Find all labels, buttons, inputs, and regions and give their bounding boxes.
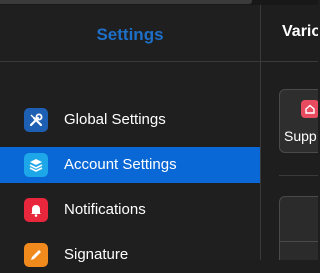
sidebar-header: Settings (0, 5, 260, 62)
section-divider (279, 175, 318, 176)
sidebar-item-notifications[interactable]: Notifications (0, 192, 260, 228)
title-bar-segment (0, 0, 252, 4)
sidebar-item-signature[interactable]: Signature (0, 237, 260, 273)
sidebar-item-global-settings[interactable]: Global Settings (0, 102, 260, 138)
sidebar-item-label: Signature (64, 246, 129, 263)
main-content: Vario Supp (261, 5, 318, 260)
wrench-screwdriver-icon (24, 108, 48, 132)
pen-icon (24, 243, 48, 267)
page-title: Vario (282, 23, 318, 40)
bell-icon (24, 198, 48, 222)
sidebar-title: Settings (96, 25, 164, 44)
settings-panel (279, 196, 318, 260)
sidebar-item-label: Notifications (64, 201, 146, 218)
support-card[interactable]: Supp (279, 89, 318, 153)
home-icon (301, 100, 318, 118)
settings-sidebar: Settings Global Settings Account Setting… (0, 5, 260, 267)
sidebar-item-label: Account Settings (64, 156, 177, 173)
sidebar-item-label: Global Settings (64, 111, 166, 128)
panel-divider (280, 241, 318, 242)
layers-icon (24, 153, 48, 177)
header-divider (261, 61, 318, 62)
support-card-label: Supp (284, 128, 317, 144)
sidebar-item-account-settings[interactable]: Account Settings (0, 147, 260, 183)
